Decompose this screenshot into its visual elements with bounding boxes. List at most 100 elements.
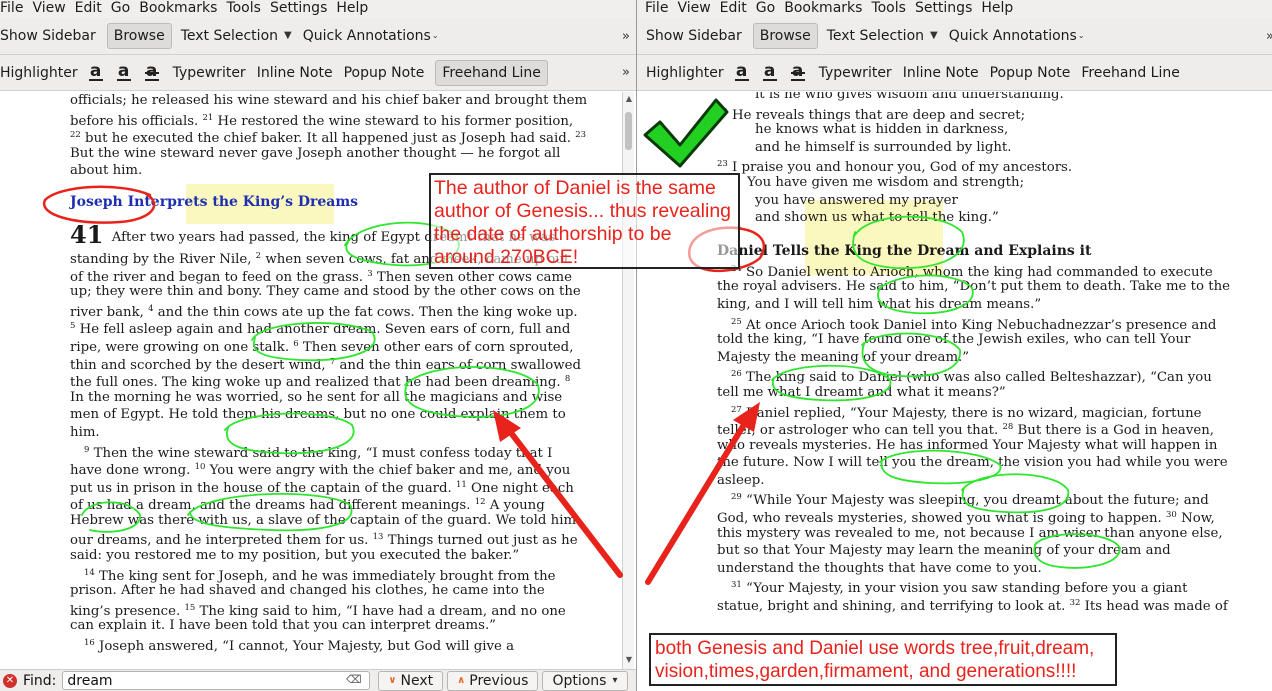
menu-view[interactable]: View (32, 0, 74, 18)
text-line: 29 “While Your Majesty was sleeping, you… (731, 492, 1209, 509)
text-line: tell me what I dreamt and what it means?… (717, 384, 1006, 400)
text-selection-button[interactable]: Text Selection ▼ (181, 23, 303, 49)
find-label: Find: (23, 672, 57, 689)
text-line: and he himself is surrounded by light. (755, 139, 1012, 155)
quick-annotations-button[interactable]: Quick Annotations ⌄ (303, 23, 450, 49)
find-input[interactable] (62, 671, 371, 690)
text-line: In the morning he was worried, so he sen… (70, 389, 563, 405)
dropdown-arrow-icon: ⌄ (431, 31, 439, 40)
quick-annotations-label: Quick Annotations (948, 28, 1077, 44)
typewriter-button[interactable]: Typewriter (173, 60, 257, 86)
typewriter-button[interactable]: Typewriter (819, 60, 903, 86)
menu-help[interactable]: Help (981, 0, 1022, 18)
author-note-box: The author of Daniel is the same author … (429, 173, 740, 269)
text-line: 22 He reveals things that are deep and s… (717, 106, 1026, 123)
dropdown-arrow-icon: ▾ (612, 675, 618, 686)
text-line: 23 I praise you and honour you, God of m… (717, 159, 1073, 176)
menu-help[interactable]: Help (336, 0, 377, 18)
menu-edit[interactable]: Edit (75, 0, 111, 18)
quick-annotations-label: Quick Annotations (302, 28, 431, 44)
browse-button[interactable]: Browse (752, 23, 818, 49)
text-line: officials; he released his wine steward … (70, 93, 588, 108)
menu-tools[interactable]: Tools (871, 0, 915, 18)
text-line: and shown us what to tell the king.” (755, 210, 999, 226)
menu-settings[interactable]: Settings (270, 0, 336, 18)
text-line: who reveals mysteries. He has informed Y… (717, 437, 1218, 453)
text-line: he knows what is hidden in darkness, (755, 122, 1009, 138)
find-options-label: Options (552, 672, 607, 689)
text-line: Hebrew was there with us, a slave of the… (70, 512, 577, 528)
menu-bookmarks[interactable]: Bookmarks (139, 0, 226, 18)
text-line: 16 Joseph answered, “I cannot, Your Maje… (84, 638, 515, 655)
menu-file[interactable]: File (645, 0, 677, 18)
text-line: understand the thoughts that have come t… (717, 560, 1042, 576)
freehand-line-button[interactable]: Freehand Line (1081, 60, 1191, 86)
toolbar-overflow-icon[interactable]: » (1266, 29, 1272, 44)
text-line: teller, or astrologer who can tell you t… (717, 422, 1215, 439)
text-line: asleep. (717, 472, 765, 488)
show-sidebar-button[interactable]: Show Sidebar (0, 23, 107, 49)
chapter-number: 41 (70, 219, 112, 249)
find-previous-button[interactable]: ∧ Previous (447, 670, 539, 691)
underline-icon[interactable]: a (88, 63, 103, 81)
highlighter-button[interactable]: Highlighter (0, 60, 89, 86)
text-line: but so that Your Majesty may learn the m… (717, 543, 1171, 559)
dropdown-arrow-icon: ⌄ (1077, 31, 1085, 40)
underline-icon[interactable]: a (734, 63, 749, 81)
freehand-line-button[interactable]: Freehand Line (435, 59, 548, 86)
quick-annotations-button[interactable]: Quick Annotations ⌄ (949, 23, 1096, 49)
annotation-toolbar: Highlighter a a a Typewriter Inline Note… (637, 55, 1272, 91)
squiggly-underline-icon[interactable]: a (116, 63, 131, 81)
squiggly-underline-icon[interactable]: a (762, 63, 777, 81)
menu-settings[interactable]: Settings (915, 0, 981, 18)
daniel-text: it is he who gives wisdom and understand… (717, 92, 1230, 614)
highlighter-button[interactable]: Highlighter (646, 60, 735, 86)
strikeout-icon[interactable]: a (144, 63, 159, 81)
toolbar-overflow-icon[interactable]: » (622, 29, 630, 44)
inline-note-button[interactable]: Inline Note (903, 60, 990, 86)
strikeout-icon[interactable]: a (790, 63, 805, 81)
text-selection-label: Text Selection (826, 28, 925, 44)
clear-input-icon[interactable]: ⌫ (346, 673, 362, 686)
menu-go[interactable]: Go (111, 0, 139, 18)
menu-go[interactable]: Go (756, 0, 784, 18)
scroll-thumb[interactable] (625, 112, 632, 150)
text-line: up; they were thin and bony. They came a… (70, 284, 581, 300)
text-line: told the king, “I have found one of the … (717, 332, 1191, 348)
text-line: 22 but he executed the chief baker. It a… (70, 130, 587, 147)
menu-file[interactable]: File (0, 0, 32, 18)
text-line: said: you restored me to my position, bu… (70, 548, 520, 564)
text-line: 5 He fell asleep again and had another d… (70, 321, 571, 338)
inline-note-button[interactable]: Inline Note (257, 60, 344, 86)
find-previous-label: Previous (469, 672, 529, 689)
text-line: 27 Daniel replied, “Your Majesty, there … (731, 404, 1202, 421)
browse-button[interactable]: Browse (106, 23, 172, 49)
toolbar-overflow-icon[interactable]: » (622, 65, 630, 80)
text-line: our dreams, and he interpreted them for … (70, 532, 578, 549)
text-selection-button[interactable]: Text Selection ▼ (827, 23, 949, 49)
scroll-down-icon[interactable]: ▼ (623, 655, 635, 667)
dropdown-arrow-icon[interactable]: ▼ (930, 23, 938, 49)
text-line: 24 So Daniel went to Arioch, whom the ki… (731, 264, 1213, 280)
menu-tools[interactable]: Tools (226, 0, 270, 18)
find-next-button[interactable]: ∨ Next (378, 670, 444, 691)
show-sidebar-button[interactable]: Show Sidebar (646, 23, 753, 49)
menu-view[interactable]: View (677, 0, 719, 18)
main-toolbar: Show Sidebar Browse Text Selection ▼ Quic… (637, 18, 1272, 55)
words-note-box: both Genesis and Daniel use words tree,f… (649, 633, 1117, 686)
find-options-button[interactable]: Options ▾ (542, 670, 628, 691)
text-line: 31 “Your Majesty, in your vision you saw… (731, 580, 1188, 597)
dropdown-arrow-icon[interactable]: ▼ (284, 23, 292, 49)
popup-note-button[interactable]: Popup Note (344, 60, 436, 86)
document-pane-daniel: File View Edit Go Bookmarks Tools Settin… (637, 0, 1272, 691)
text-line: 26 The king said to Daniel (who was also… (731, 369, 1212, 386)
text-line: put us in prison in the house of the cap… (70, 479, 574, 496)
menu-edit[interactable]: Edit (720, 0, 756, 18)
text-line: it is he who gives wisdom and understand… (755, 92, 1064, 102)
text-line: You have given me wisdom and strength; (747, 174, 1025, 190)
scroll-up-icon[interactable]: ▲ (623, 94, 635, 106)
text-line: 9 Then the wine steward said to the king… (84, 444, 553, 461)
menu-bookmarks[interactable]: Bookmarks (784, 0, 871, 18)
close-find-icon[interactable]: ✕ (3, 673, 17, 688)
popup-note-button[interactable]: Popup Note (990, 60, 1082, 86)
